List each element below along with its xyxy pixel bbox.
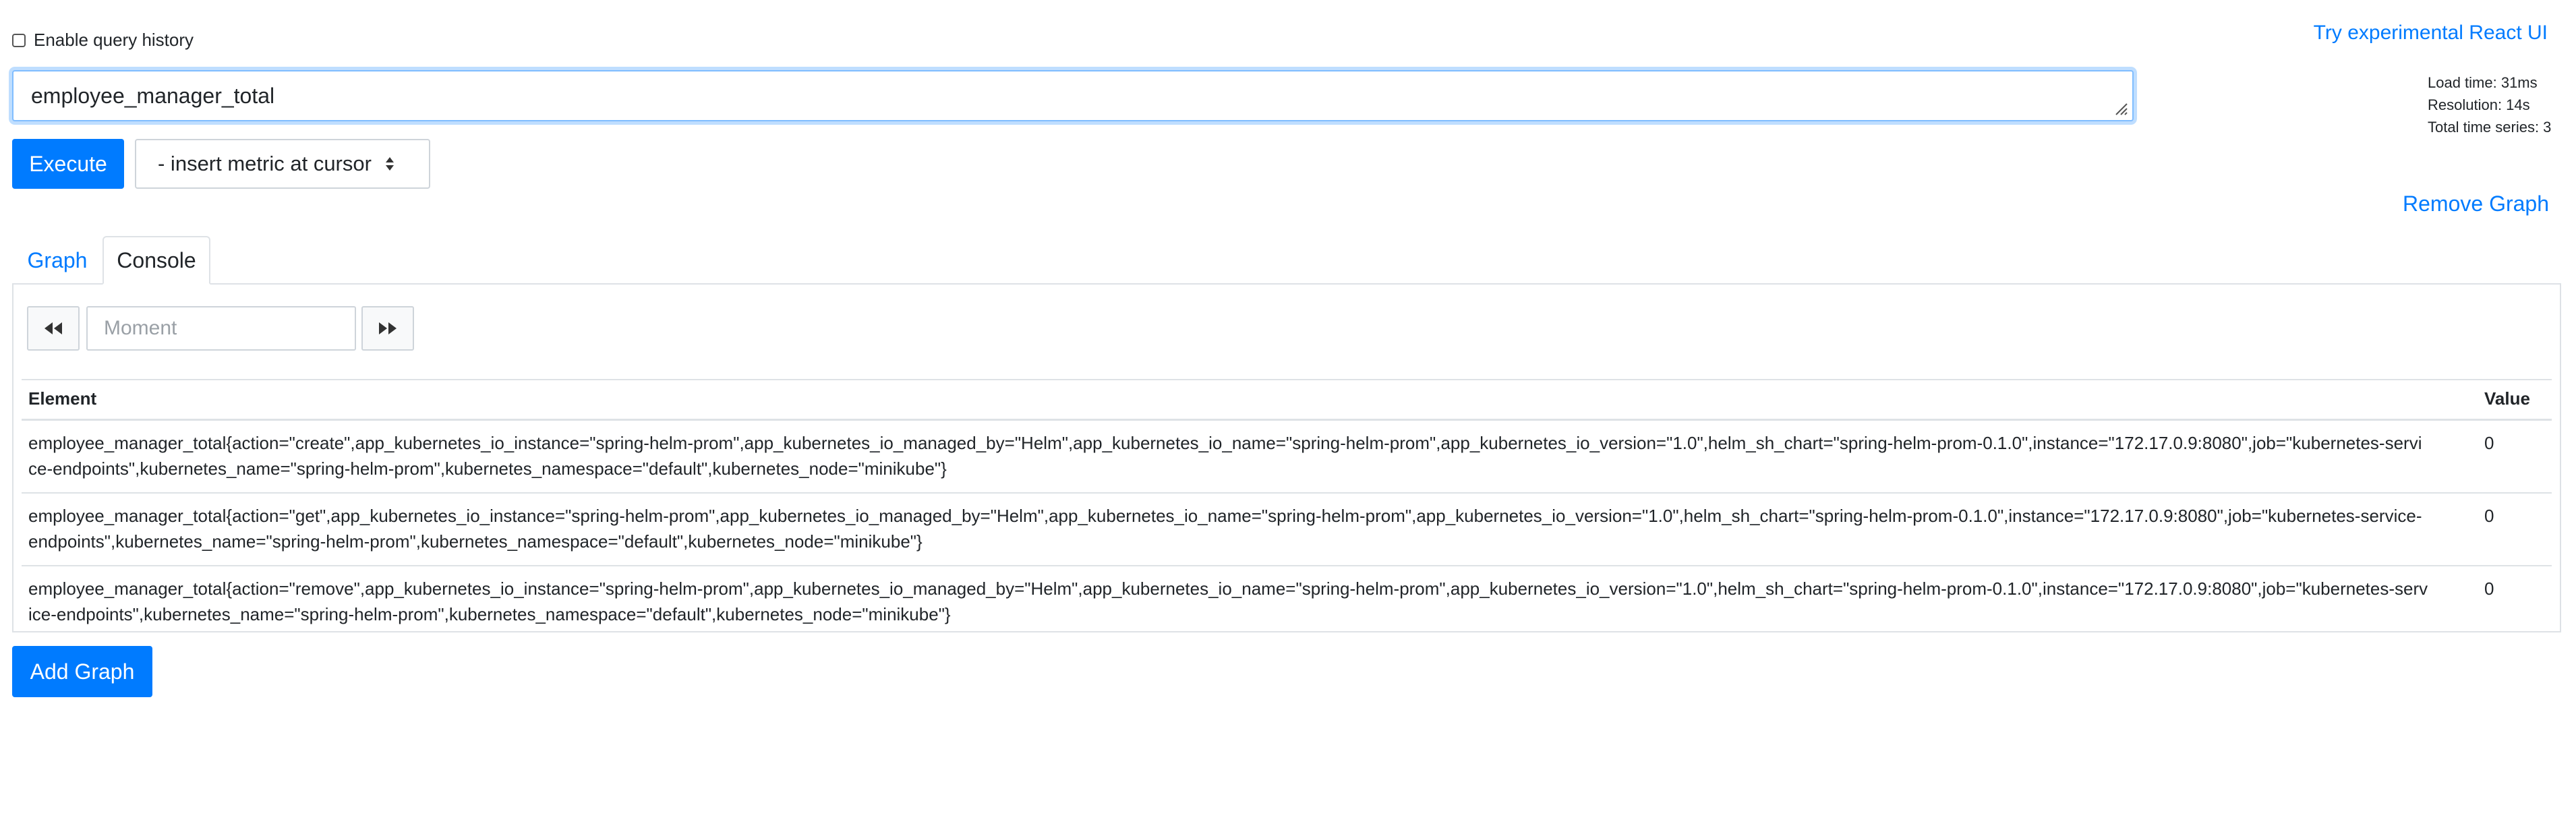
- insert-metric-select[interactable]: - insert metric at cursor: [135, 139, 430, 189]
- table-header-row: Element Value: [22, 379, 2552, 421]
- console-panel: Moment Element Value employee_manager_to…: [12, 283, 2561, 638]
- resize-handle-icon[interactable]: [2113, 101, 2128, 116]
- load-time: Load time: 31ms: [2428, 74, 2538, 91]
- react-ui-link[interactable]: Try experimental React UI: [2314, 22, 2548, 45]
- add-graph-button[interactable]: Add Graph: [12, 646, 152, 697]
- resolution: Resolution: 14s: [2428, 96, 2530, 113]
- query-history-label: Enable query history: [34, 30, 194, 50]
- prev-moment-button[interactable]: [27, 306, 80, 351]
- value-cell: 0: [2478, 565, 2552, 638]
- next-moment-button[interactable]: [361, 306, 414, 351]
- expression-input[interactable]: employee_manager_total: [12, 70, 2134, 121]
- tab-console[interactable]: Console: [103, 236, 210, 285]
- element-cell: employee_manager_total{action="create",a…: [22, 419, 2478, 493]
- table-row: employee_manager_total{action="create",a…: [22, 419, 2552, 493]
- table-row: employee_manager_total{action="remove",a…: [22, 565, 2552, 638]
- query-history-checkbox[interactable]: [12, 33, 26, 47]
- insert-metric-label: - insert metric at cursor: [158, 152, 372, 175]
- results-table: Element Value employee_manager_total{act…: [22, 379, 2552, 638]
- query-stats: Load time: 31ms Resolution: 14s Total ti…: [2428, 71, 2551, 138]
- moment-input[interactable]: Moment: [86, 306, 356, 351]
- element-cell: employee_manager_total{action="get",app_…: [22, 492, 2478, 566]
- column-header-element: Element: [22, 379, 2478, 421]
- fast-backward-icon: [45, 322, 62, 334]
- expression-text: employee_manager_total: [31, 84, 275, 108]
- value-cell: 0: [2478, 492, 2552, 566]
- fast-forward-icon: [379, 322, 397, 334]
- total-time-series: Total time series: 3: [2428, 119, 2552, 136]
- element-cell: employee_manager_total{action="remove",a…: [22, 565, 2478, 638]
- column-header-value: Value: [2478, 379, 2552, 421]
- prometheus-graph-page: Enable query history Try experimental Re…: [0, 0, 2576, 828]
- value-cell: 0: [2478, 419, 2552, 493]
- execute-button[interactable]: Execute: [12, 139, 124, 189]
- select-arrows-icon: [385, 156, 394, 172]
- query-history-toggle[interactable]: Enable query history: [12, 30, 194, 51]
- remove-graph-link[interactable]: Remove Graph: [2403, 191, 2549, 216]
- tab-graph[interactable]: Graph: [12, 236, 103, 285]
- table-row: employee_manager_total{action="get",app_…: [22, 492, 2552, 566]
